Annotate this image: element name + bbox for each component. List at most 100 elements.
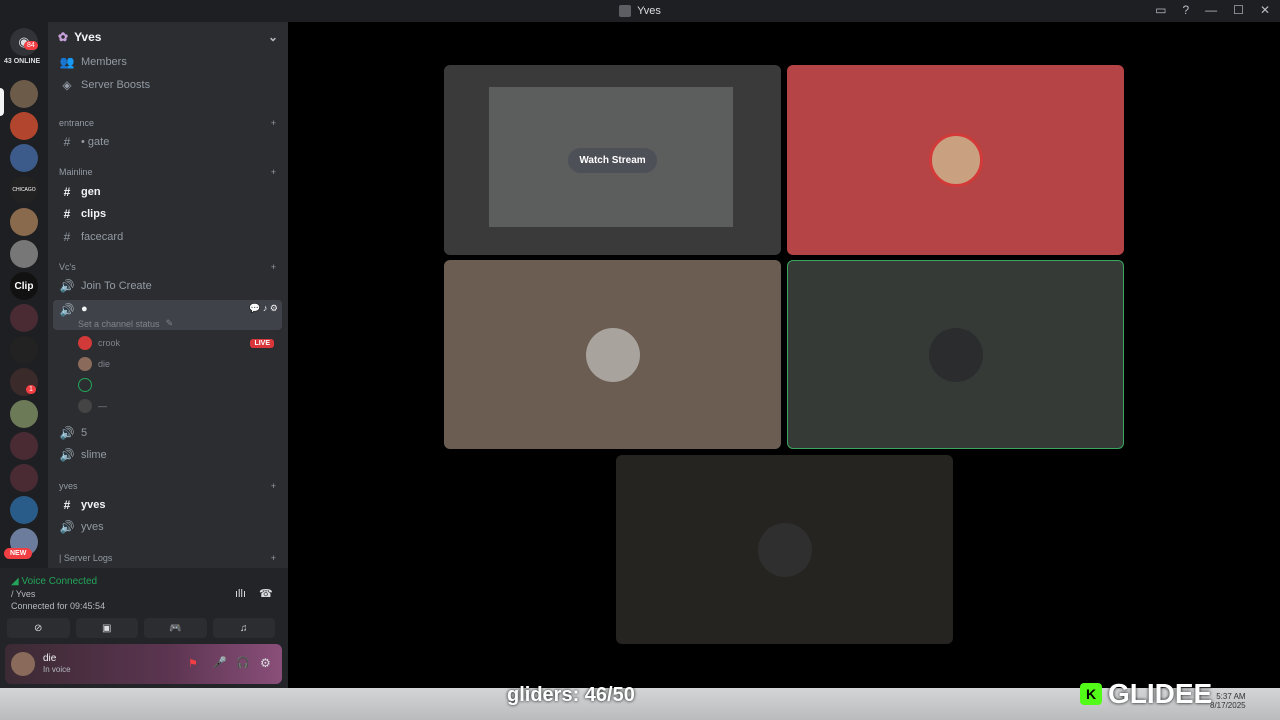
noise-suppression-icon[interactable]: ıllı — [235, 588, 246, 600]
kick-icon: K — [1080, 683, 1102, 705]
server-icon-11[interactable] — [10, 400, 38, 428]
category-server-logs[interactable]: | Server Logs + — [59, 553, 276, 563]
speaker-icon: 🔊 — [59, 279, 75, 293]
minimize-button[interactable]: — — [1205, 3, 1217, 17]
avatar — [757, 522, 812, 577]
new-badge: NEW — [4, 548, 33, 559]
server-icon — [619, 5, 632, 17]
speaker-icon: 🔊 — [59, 426, 75, 440]
channel-5[interactable]: 🔊 5 — [53, 423, 282, 443]
channel-clips[interactable]: # clips — [53, 204, 282, 224]
disconnect-icon[interactable]: ☎ — [259, 587, 273, 600]
channel-join-to-create[interactable]: 🔊 Join To Create — [53, 276, 282, 296]
screen-share-button[interactable]: ▣ — [75, 618, 138, 638]
category-entrance[interactable]: entrance + — [59, 118, 276, 128]
mute-status-icon[interactable]: ⚑ — [188, 657, 198, 670]
chevron-down-icon[interactable]: ⌄ — [268, 30, 278, 44]
avatar[interactable] — [11, 652, 35, 676]
server-icon-3[interactable] — [10, 144, 38, 172]
settings-gear-icon[interactable]: ⚙ — [260, 656, 271, 670]
members-item[interactable]: 👥 Members — [53, 52, 282, 72]
headphones-icon[interactable]: 🎧 — [236, 656, 250, 669]
close-button[interactable]: ✕ — [1260, 3, 1270, 17]
vc-emoji-icon: ● — [81, 303, 88, 315]
voice-user-3[interactable] — [78, 378, 98, 392]
boosts-item[interactable]: ◈ Server Boosts — [53, 75, 282, 95]
server-icon-9[interactable] — [10, 336, 38, 364]
members-icon: 👥 — [59, 55, 75, 69]
inbox-icon[interactable]: ▭ — [1155, 3, 1166, 17]
avatar — [78, 336, 92, 350]
channel-gate[interactable]: # • gate — [53, 132, 282, 152]
voice-user-4[interactable]: — — [78, 399, 107, 413]
participant-tile-crook[interactable] — [787, 65, 1124, 255]
pencil-icon: ✎ — [165, 318, 174, 328]
voice-panel: ◢ Voice Connected / Yves Connected for 0… — [0, 568, 288, 688]
avatar — [585, 327, 640, 382]
channel-sidebar: ✿ Yves ⌄ 👥 Members ◈ Server Boosts entranc… — [48, 22, 288, 568]
notification-badge: 84 — [24, 41, 38, 50]
participant-tile-speaking[interactable] — [787, 260, 1124, 449]
server-icon-2[interactable] — [10, 112, 38, 140]
voice-user-crook[interactable]: crook LIVE — [78, 336, 274, 350]
channel-gen[interactable]: # gen — [53, 182, 282, 202]
mentions-badge: 1 — [26, 385, 36, 394]
voice-stage: Watch Stream — [288, 22, 1280, 688]
server-icon-6[interactable] — [10, 240, 38, 268]
avatar — [78, 399, 92, 413]
window-title: Yves — [637, 5, 661, 17]
avatar — [928, 133, 983, 187]
channel-facecard[interactable]: # facecard — [53, 227, 282, 247]
channel-yves-text[interactable]: # yves — [53, 495, 282, 515]
category-vcs[interactable]: Vc's + — [59, 262, 276, 272]
username: die — [43, 653, 57, 664]
server-icon-13[interactable] — [10, 464, 38, 492]
server-icon-5[interactable] — [10, 208, 38, 236]
help-icon[interactable]: ? — [1182, 3, 1189, 17]
server-yves[interactable] — [10, 80, 38, 108]
live-badge: LIVE — [250, 338, 274, 348]
voice-channel-label[interactable]: / Yves — [11, 589, 35, 599]
camera-button[interactable]: ⊘ — [7, 618, 70, 638]
server-icon-4[interactable]: CHICAGO — [10, 176, 38, 204]
add-channel-icon: + — [270, 481, 276, 491]
add-channel-icon: + — [270, 553, 276, 563]
add-channel-icon: + — [270, 262, 276, 272]
taskbar: gliders: 46/50 K GLIDEE 5:37 AM 8/17/2025 — [0, 678, 1280, 720]
user-status: In voice — [43, 665, 71, 674]
stream-tile[interactable]: Watch Stream — [444, 65, 781, 255]
participant-tile-die[interactable] — [444, 260, 781, 449]
server-clip[interactable]: Clip — [10, 272, 38, 300]
online-count: 43 ONLINE — [4, 58, 41, 65]
system-clock[interactable]: 5:37 AM 8/17/2025 — [1210, 692, 1246, 710]
server-icon-12[interactable] — [10, 432, 38, 460]
server-header[interactable]: ✿ Yves ⌄ — [48, 22, 288, 52]
speaker-icon: 🔊 — [59, 520, 75, 534]
avatar — [78, 378, 92, 392]
voice-user-die[interactable]: die — [78, 357, 110, 371]
maximize-button[interactable]: ☐ — [1233, 3, 1244, 17]
voice-connected-label[interactable]: ◢ Voice Connected — [11, 576, 97, 587]
microphone-icon[interactable]: 🎤 — [213, 656, 227, 669]
signal-icon: ◢ — [11, 576, 22, 587]
connected-duration: Connected for 09:45:54 — [11, 601, 106, 611]
vc-actions-icons: 💬 ♪ ⚙ — [249, 303, 278, 313]
watch-stream-button[interactable]: Watch Stream — [568, 147, 657, 173]
participant-tile-5[interactable] — [616, 455, 953, 644]
add-channel-icon: + — [270, 118, 276, 128]
category-mainline[interactable]: Mainline + — [59, 167, 276, 177]
activity-button[interactable]: 🎮 — [144, 618, 207, 638]
soundboard-button[interactable]: ♫ — [212, 618, 275, 638]
gliders-counter: gliders: 46/50 — [507, 684, 635, 706]
category-yves[interactable]: yves + — [59, 481, 276, 491]
channel-yves-voice[interactable]: 🔊 yves — [53, 517, 282, 537]
avatar — [78, 357, 92, 371]
avatar — [928, 327, 983, 382]
server-icon-8[interactable] — [10, 304, 38, 332]
server-badge-icon: ✿ — [58, 30, 69, 44]
channel-slime[interactable]: 🔊 slime — [53, 445, 282, 465]
speaker-icon: 🔊 — [59, 303, 75, 317]
channel-status-prompt[interactable]: Set a channel status ✎ — [78, 318, 173, 329]
server-icon-14[interactable] — [10, 496, 38, 524]
boost-icon: ◈ — [62, 78, 72, 92]
